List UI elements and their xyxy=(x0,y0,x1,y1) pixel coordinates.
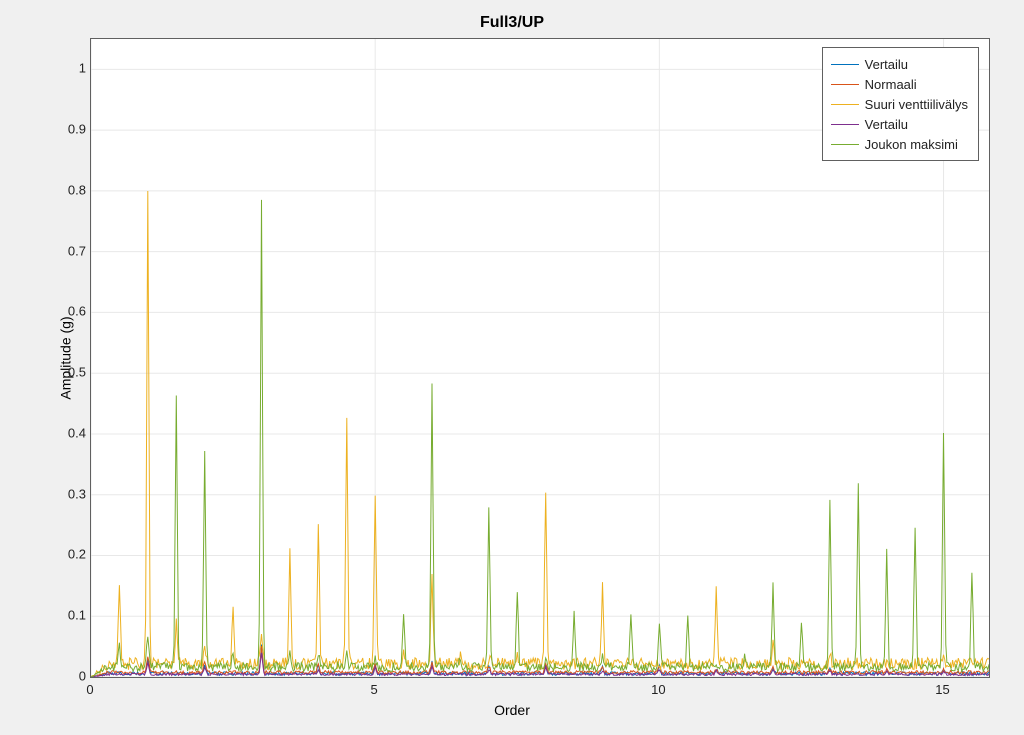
legend-swatch-icon xyxy=(831,144,859,145)
y-tick-label: 0.5 xyxy=(46,365,86,380)
legend-label: Normaali xyxy=(865,77,917,92)
legend-entry: Suuri venttiilivälys xyxy=(831,94,968,114)
x-tick-label: 10 xyxy=(651,682,665,697)
x-tick-label: 15 xyxy=(935,682,949,697)
legend-entry: Vertailu xyxy=(831,114,968,134)
y-tick-label: 0.9 xyxy=(46,122,86,137)
y-tick-label: 0.6 xyxy=(46,304,86,319)
legend-label: Joukon maksimi xyxy=(865,137,958,152)
y-tick-label: 0.3 xyxy=(46,486,86,501)
x-axis-label: Order xyxy=(10,702,1014,718)
legend-box: Vertailu Normaali Suuri venttiilivälys V… xyxy=(822,47,979,161)
legend-swatch-icon xyxy=(831,104,859,105)
x-tick-label: 0 xyxy=(86,682,93,697)
y-tick-label: 0 xyxy=(46,669,86,684)
y-tick-label: 0.4 xyxy=(46,425,86,440)
y-tick-label: 0.1 xyxy=(46,608,86,623)
legend-swatch-icon xyxy=(831,84,859,85)
legend-entry: Vertailu xyxy=(831,54,968,74)
legend-label: Vertailu xyxy=(865,57,908,72)
figure-container: Full3/UP Vertailu Normaali Suuri venttii… xyxy=(10,8,1014,727)
x-tick-label: 5 xyxy=(371,682,378,697)
legend-label: Suuri venttiilivälys xyxy=(865,97,968,112)
legend-entry: Joukon maksimi xyxy=(831,134,968,154)
chart-title: Full3/UP xyxy=(10,14,1014,32)
legend-entry: Normaali xyxy=(831,74,968,94)
y-tick-label: 0.7 xyxy=(46,243,86,258)
y-tick-label: 0.8 xyxy=(46,182,86,197)
legend-label: Vertailu xyxy=(865,117,908,132)
y-tick-label: 1 xyxy=(46,61,86,76)
legend-swatch-icon xyxy=(831,64,859,65)
plot-area: Vertailu Normaali Suuri venttiilivälys V… xyxy=(90,38,990,678)
y-axis-label: Amplitude (g) xyxy=(58,316,74,399)
y-tick-label: 0.2 xyxy=(46,547,86,562)
legend-swatch-icon xyxy=(831,124,859,125)
